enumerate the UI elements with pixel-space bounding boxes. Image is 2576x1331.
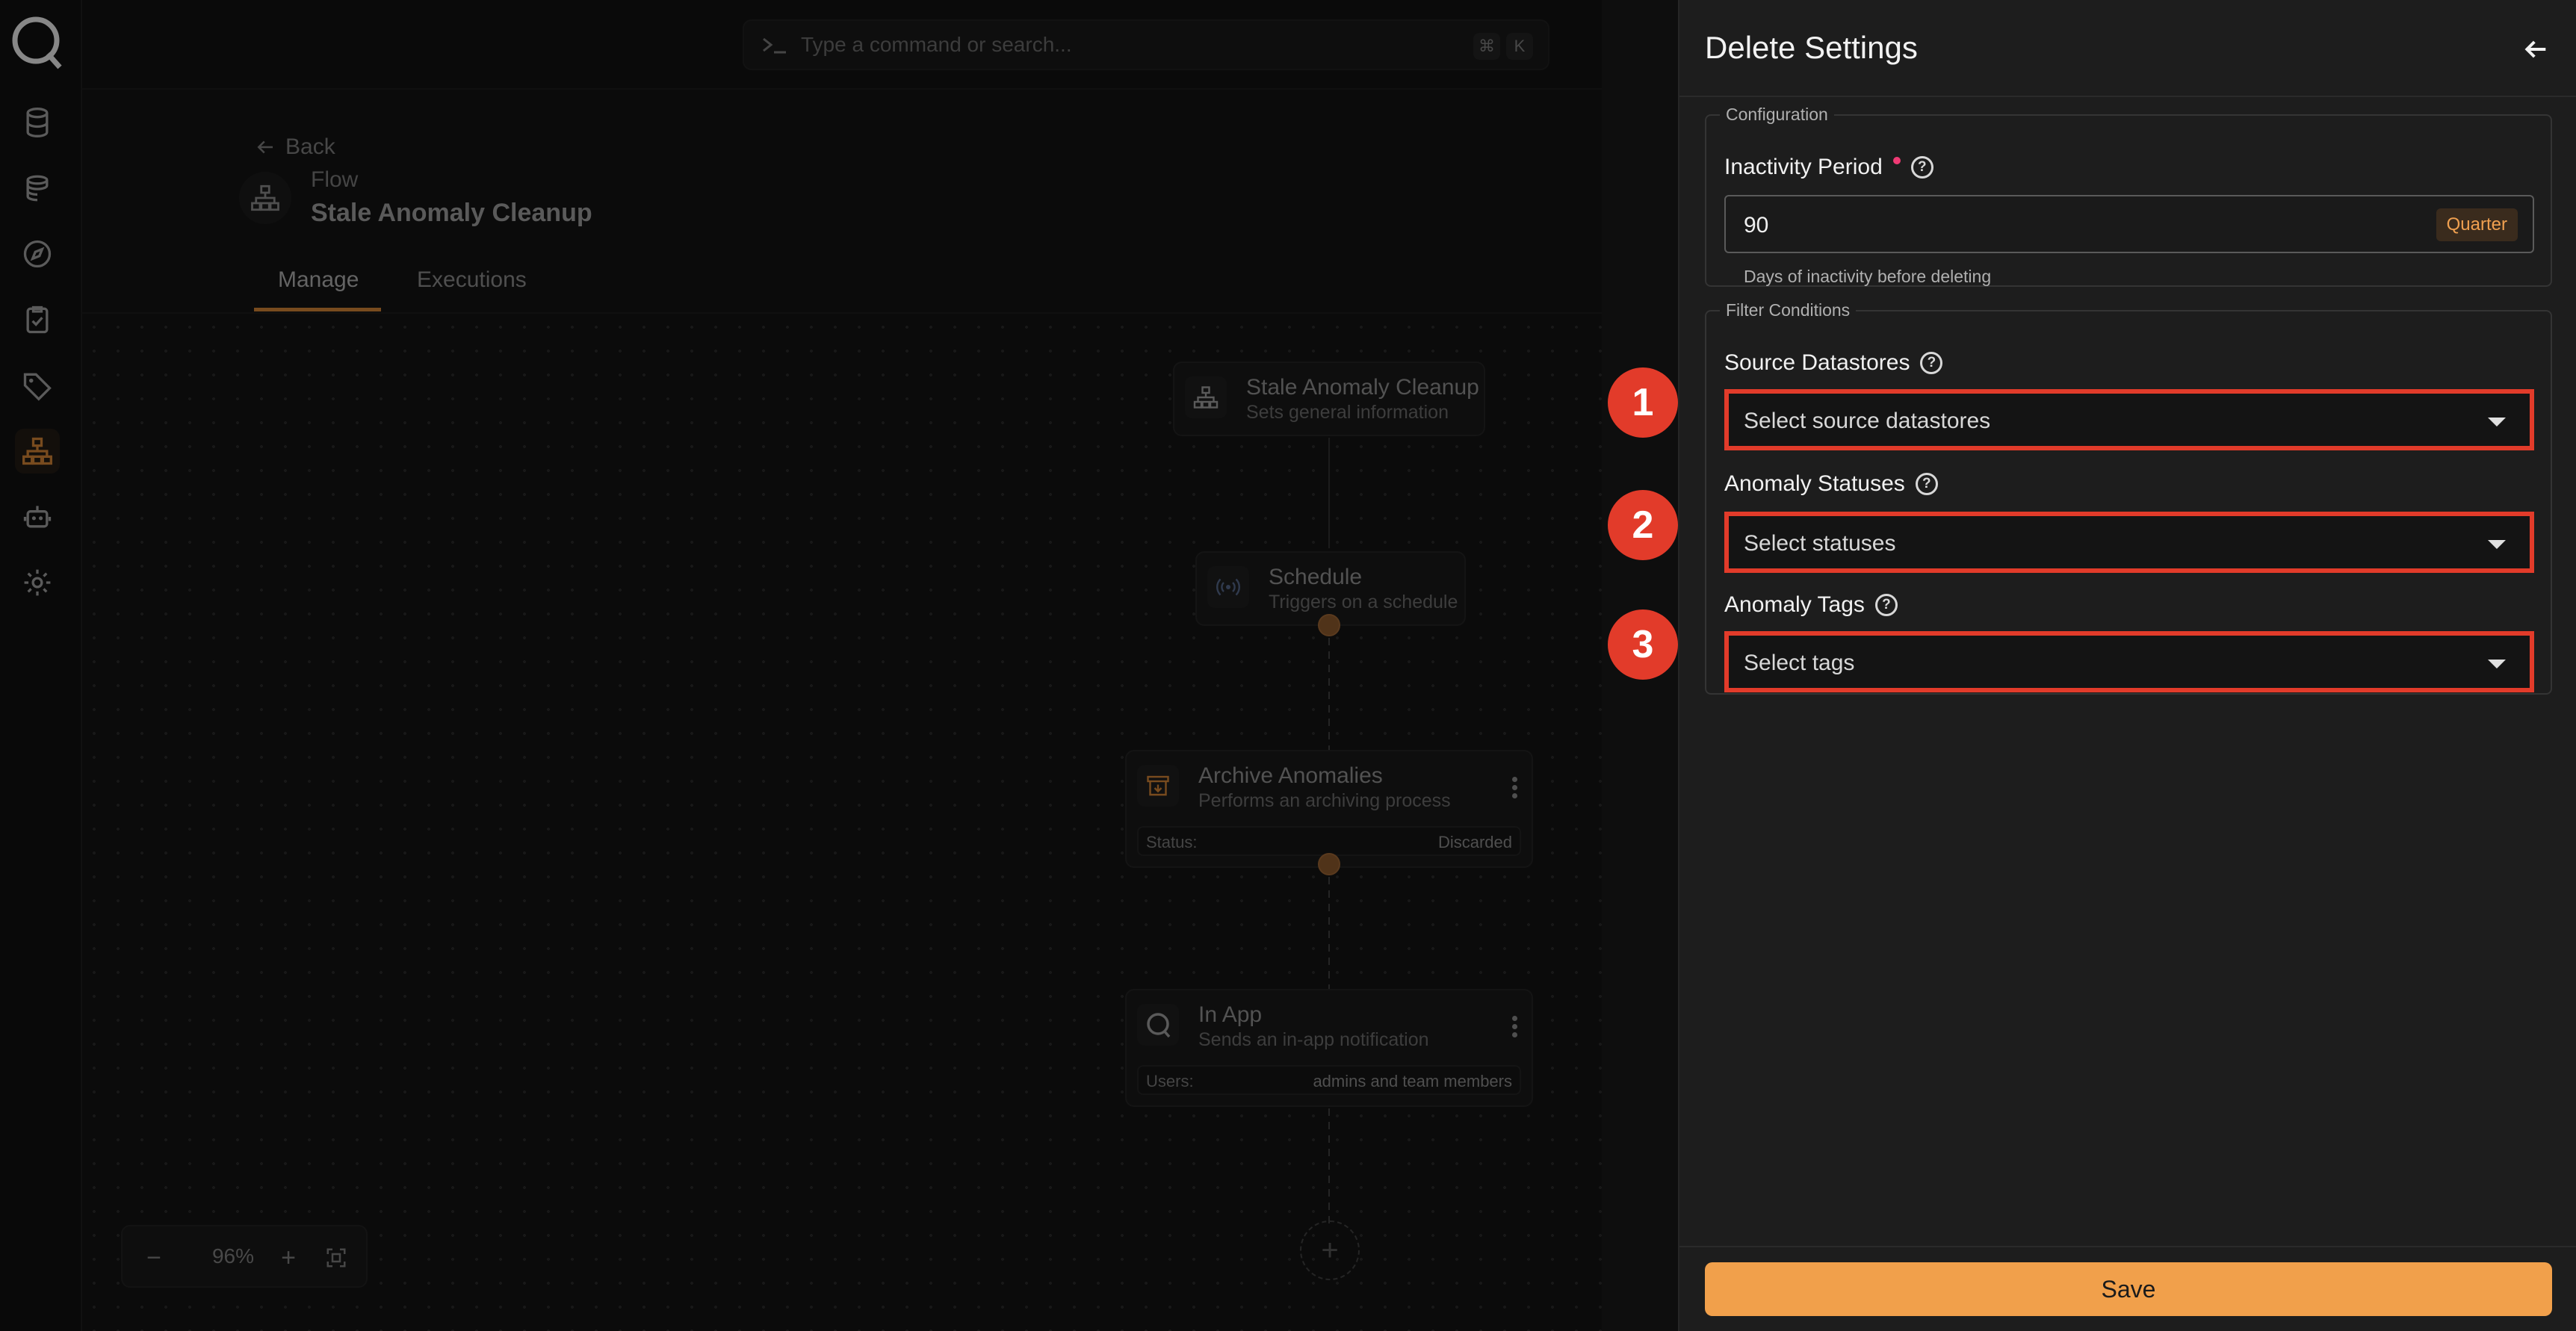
panel-title: Delete Settings bbox=[1705, 30, 1918, 65]
source-datastores-label: Source Datastores ? bbox=[1724, 350, 1943, 376]
inactivity-hint: Days of inactivity before deleting bbox=[1744, 267, 1992, 286]
annotation-marker-2: 2 bbox=[1608, 490, 1678, 560]
caret-down-icon bbox=[2488, 418, 2506, 426]
source-label-text: Source Datastores bbox=[1724, 350, 1910, 375]
caret-down-icon bbox=[2488, 540, 2506, 549]
tags-placeholder: Select tags bbox=[1744, 651, 1855, 675]
filter-legend: Filter Conditions bbox=[1726, 300, 1851, 320]
annotation-marker-1: 1 bbox=[1608, 367, 1678, 438]
configuration-legend: Configuration bbox=[1726, 105, 1828, 124]
panel-header: Delete Settings bbox=[1679, 0, 2576, 97]
period-badge: Quarter bbox=[2436, 208, 2518, 241]
help-icon[interactable]: ? bbox=[1915, 473, 1938, 495]
modal-backdrop[interactable] bbox=[0, 0, 1602, 1331]
anomaly-tags-select[interactable]: Select tags bbox=[1724, 631, 2534, 692]
delete-settings-panel: Delete Settings Configuration Inactivity… bbox=[1678, 0, 2576, 1331]
app-root: Type a command or search... ⌘ K Back Flo… bbox=[0, 0, 2576, 1331]
panel-footer: Save bbox=[1679, 1246, 2576, 1331]
help-icon[interactable]: ? bbox=[1920, 352, 1943, 374]
anomaly-tags-label: Anomaly Tags ? bbox=[1724, 592, 1898, 618]
filter-conditions-group: Filter Conditions Source Datastores ? Se… bbox=[1705, 300, 2552, 695]
anomaly-statuses-select[interactable]: Select statuses bbox=[1724, 512, 2534, 573]
save-button[interactable]: Save bbox=[1705, 1262, 2552, 1316]
inactivity-value: 90 bbox=[1744, 213, 1769, 238]
help-icon[interactable]: ? bbox=[1910, 156, 1933, 179]
source-datastores-select[interactable]: Select source datastores bbox=[1724, 389, 2534, 450]
help-icon[interactable]: ? bbox=[1874, 594, 1898, 616]
arrow-left-icon[interactable] bbox=[2521, 34, 2551, 64]
caret-down-icon bbox=[2488, 660, 2506, 668]
tags-label-text: Anomaly Tags bbox=[1724, 592, 1865, 617]
inactivity-label-text: Inactivity Period bbox=[1724, 155, 1883, 179]
anomaly-statuses-label: Anomaly Statuses ? bbox=[1724, 471, 1938, 497]
configuration-group: Configuration Inactivity Period ? 90 Qua… bbox=[1705, 105, 2552, 287]
status-placeholder: Select statuses bbox=[1744, 531, 1896, 556]
inactivity-label: Inactivity Period ? bbox=[1724, 155, 1933, 180]
status-label-text: Anomaly Statuses bbox=[1724, 471, 1905, 496]
required-dot bbox=[1892, 157, 1901, 164]
source-placeholder: Select source datastores bbox=[1744, 409, 1991, 433]
annotation-marker-3: 3 bbox=[1608, 609, 1678, 680]
inactivity-input[interactable]: 90 Quarter bbox=[1724, 195, 2534, 253]
